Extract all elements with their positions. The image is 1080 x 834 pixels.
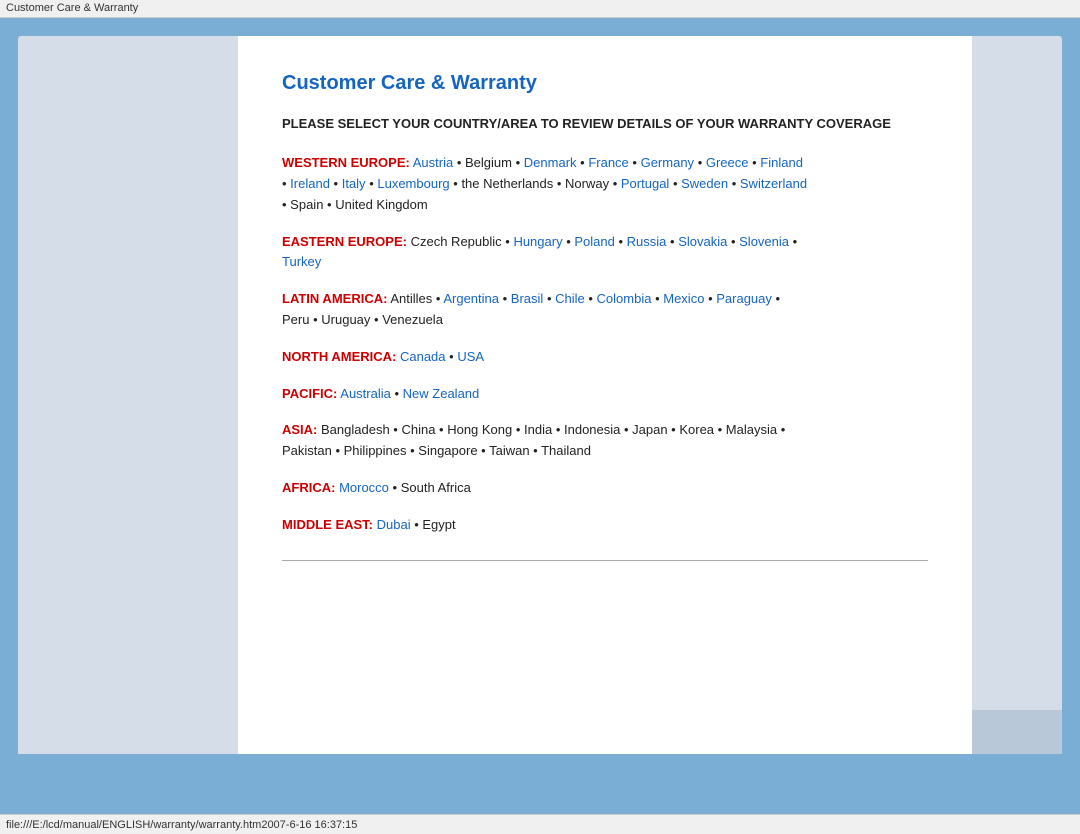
country-brasil[interactable]: Brasil — [511, 291, 544, 306]
country-antilles: Antilles — [390, 291, 432, 306]
country-thailand: Thailand — [541, 443, 591, 458]
region-western-europe: WESTERN EUROPE: Austria • Belgium • Denm… — [282, 153, 928, 215]
country-netherlands: the Netherlands — [461, 176, 553, 191]
region-asia: ASIA: Bangladesh • China • Hong Kong • I… — [282, 420, 928, 462]
country-new-zealand[interactable]: New Zealand — [403, 386, 480, 401]
country-norway: Norway — [565, 176, 609, 191]
country-uk: United Kingdom — [335, 197, 428, 212]
country-venezuela: Venezuela — [382, 312, 443, 327]
page-title: Customer Care & Warranty — [282, 72, 928, 95]
region-label-pacific: PACIFIC: — [282, 386, 337, 401]
country-uruguay: Uruguay — [321, 312, 370, 327]
country-russia[interactable]: Russia — [627, 234, 667, 249]
country-sweden[interactable]: Sweden — [681, 176, 728, 191]
region-label-africa: AFRICA: — [282, 480, 335, 495]
bottom-area — [0, 754, 1080, 814]
country-ireland[interactable]: Ireland — [290, 176, 330, 191]
country-slovenia[interactable]: Slovenia — [739, 234, 789, 249]
region-north-america: NORTH AMERICA: Canada • USA — [282, 347, 928, 368]
country-mexico[interactable]: Mexico — [663, 291, 704, 306]
country-peru: Peru — [282, 312, 309, 327]
region-label-middle-east: MIDDLE EAST: — [282, 517, 373, 532]
country-portugal[interactable]: Portugal — [621, 176, 669, 191]
country-paraguay[interactable]: Paraguay — [716, 291, 772, 306]
section-divider — [282, 560, 928, 561]
country-canada[interactable]: Canada — [400, 349, 446, 364]
region-label-eastern-europe: EASTERN EUROPE: — [282, 234, 407, 249]
title-bar: Customer Care & Warranty — [0, 0, 1080, 18]
region-middle-east: MIDDLE EAST: Dubai • Egypt — [282, 515, 928, 536]
country-morocco[interactable]: Morocco — [339, 480, 389, 495]
region-label-asia: ASIA: — [282, 422, 317, 437]
country-finland[interactable]: Finland — [760, 155, 803, 170]
country-poland[interactable]: Poland — [574, 234, 614, 249]
country-austria[interactable]: Austria — [413, 155, 453, 170]
region-pacific: PACIFIC: Australia • New Zealand — [282, 384, 928, 405]
country-spain: Spain — [290, 197, 323, 212]
country-slovakia[interactable]: Slovakia — [678, 234, 727, 249]
left-sidebar — [18, 36, 238, 754]
country-switzerland[interactable]: Switzerland — [740, 176, 807, 191]
country-australia[interactable]: Australia — [340, 386, 391, 401]
country-denmark[interactable]: Denmark — [524, 155, 577, 170]
country-czech: Czech Republic — [411, 234, 502, 249]
main-content: Customer Care & Warranty PLEASE SELECT Y… — [238, 36, 972, 754]
region-label-north-america: NORTH AMERICA: — [282, 349, 396, 364]
status-bar-text: file:///E:/lcd/manual/ENGLISH/warranty/w… — [6, 819, 357, 831]
country-egypt: Egypt — [422, 517, 455, 532]
country-dubai[interactable]: Dubai — [377, 517, 411, 532]
region-latin-america: LATIN AMERICA: Antilles • Argentina • Br… — [282, 289, 928, 331]
region-eastern-europe: EASTERN EUROPE: Czech Republic • Hungary… — [282, 232, 928, 274]
status-bar: file:///E:/lcd/manual/ENGLISH/warranty/w… — [0, 814, 1080, 834]
country-turkey[interactable]: Turkey — [282, 254, 321, 269]
country-luxembourg[interactable]: Luxembourg — [377, 176, 449, 191]
country-italy[interactable]: Italy — [342, 176, 366, 191]
region-africa: AFRICA: Morocco • South Africa — [282, 478, 928, 499]
country-germany[interactable]: Germany — [641, 155, 694, 170]
country-colombia[interactable]: Colombia — [597, 291, 652, 306]
country-usa[interactable]: USA — [457, 349, 484, 364]
right-sidebar — [972, 36, 1062, 754]
region-label-latin-america: LATIN AMERICA: — [282, 291, 387, 306]
region-label-western-europe: WESTERN EUROPE: — [282, 155, 410, 170]
instructions: PLEASE SELECT YOUR COUNTRY/AREA TO REVIE… — [282, 115, 928, 133]
country-south-africa: South Africa — [401, 480, 471, 495]
country-hungary[interactable]: Hungary — [513, 234, 562, 249]
country-belgium: Belgium — [465, 155, 512, 170]
country-argentina[interactable]: Argentina — [443, 291, 499, 306]
country-chile[interactable]: Chile — [555, 291, 585, 306]
title-bar-text: Customer Care & Warranty — [6, 2, 138, 14]
country-greece[interactable]: Greece — [706, 155, 749, 170]
country-france[interactable]: France — [588, 155, 628, 170]
